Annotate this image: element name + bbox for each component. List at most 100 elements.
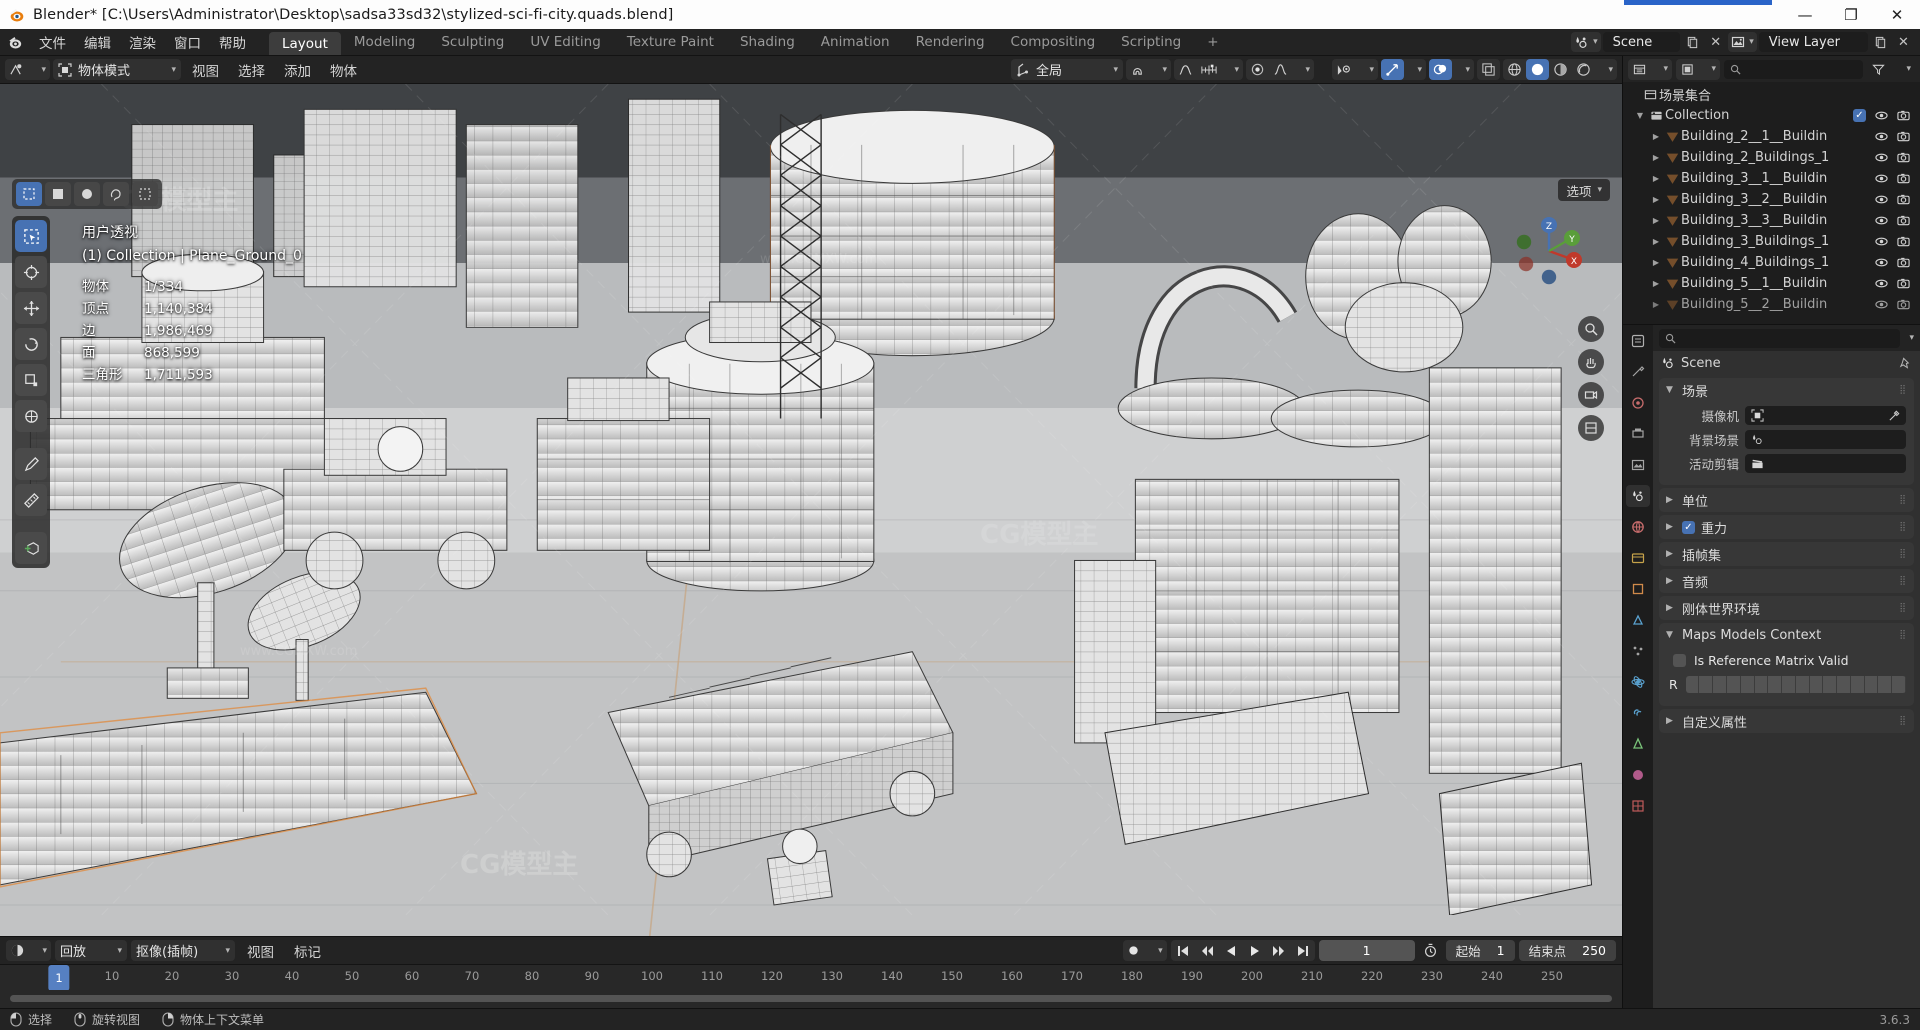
navigation-gizmo[interactable]: Z X Y xyxy=(1510,212,1588,290)
tab-animation[interactable]: Animation xyxy=(808,29,903,55)
eye-icon[interactable] xyxy=(1875,256,1888,269)
timeline-scrollbar[interactable] xyxy=(10,995,1612,1002)
menu-help[interactable]: 帮助 xyxy=(210,29,255,55)
outliner-row-object[interactable]: ▶ Building_2__1__Buildin xyxy=(1623,126,1920,147)
show-overlays-toggle[interactable] xyxy=(1429,59,1452,80)
play-button[interactable] xyxy=(1243,940,1267,961)
panel-rigid-body-world-header[interactable]: ▶ 刚体世界环境 ⣿ xyxy=(1659,596,1914,620)
disclosure-triangle-icon[interactable]: ▶ xyxy=(1649,195,1663,204)
tab-world[interactable] xyxy=(1626,516,1650,538)
jump-to-start-button[interactable] xyxy=(1171,940,1195,961)
timeline-editor-type-selector[interactable]: ▾ xyxy=(6,940,51,961)
reference-matrix-array-field[interactable] xyxy=(1685,676,1906,693)
tab-render[interactable] xyxy=(1626,392,1650,414)
collection-exclude-checkbox[interactable]: ✓ xyxy=(1853,109,1866,122)
camera-icon[interactable] xyxy=(1897,109,1910,122)
jump-to-next-keyframe-button[interactable] xyxy=(1267,940,1291,961)
outliner-filter-chevron-icon[interactable]: ▾ xyxy=(1893,59,1915,80)
outliner-icon[interactable] xyxy=(1628,59,1650,80)
tab-view-layer[interactable] xyxy=(1626,454,1650,476)
disclosure-triangle-icon[interactable]: ▶ xyxy=(1649,153,1663,162)
camera-icon[interactable] xyxy=(1897,298,1910,311)
editor-type-icon[interactable] xyxy=(5,59,28,80)
timeline-icon[interactable] xyxy=(6,940,29,961)
snap-magnet-icon[interactable] xyxy=(1126,59,1149,80)
tab-tool[interactable] xyxy=(1626,361,1650,383)
tab-scene[interactable] xyxy=(1626,485,1650,507)
outliner-row-object[interactable]: ▶ Building_4_Buildings_1 xyxy=(1623,252,1920,273)
visibility-chevron-icon[interactable]: ▾ xyxy=(1356,59,1378,80)
interaction-mode-dropdown[interactable]: 物体模式 ▾ xyxy=(53,59,181,80)
chevron-down-icon[interactable]: ▾ xyxy=(1698,59,1720,80)
disclosure-triangle-icon[interactable]: ▶ xyxy=(1649,174,1663,183)
app-menu-logo-icon[interactable] xyxy=(0,29,30,55)
eye-icon[interactable] xyxy=(1875,277,1888,290)
gravity-enable-checkbox[interactable]: ✓ xyxy=(1682,520,1695,534)
snap-options-chevron-icon[interactable]: ▾ xyxy=(1149,59,1171,80)
viewport-menu-view[interactable]: 视图 xyxy=(184,59,227,80)
disclosure-triangle-icon[interactable]: ▶ xyxy=(1649,279,1663,288)
outliner-row-scene-collection[interactable]: 场景集合 xyxy=(1623,84,1920,105)
properties-editor-type-icon[interactable] xyxy=(1626,330,1650,352)
tool-scale[interactable] xyxy=(15,364,47,396)
chevron-down-icon[interactable]: ▾ xyxy=(28,59,50,80)
menu-file[interactable]: 文件 xyxy=(30,29,75,55)
select-mode-icon[interactable] xyxy=(132,182,158,206)
panel-audio-header[interactable]: ▶ 音频 ⣿ xyxy=(1659,569,1914,593)
active-clip-picker-field[interactable] xyxy=(1745,454,1906,473)
viewport-options-dropdown[interactable]: 选项 ▾ xyxy=(1558,179,1610,201)
is-reference-matrix-valid-checkbox[interactable] xyxy=(1673,654,1686,667)
viewport-menu-object[interactable]: 物体 xyxy=(322,59,365,80)
tool-measure[interactable] xyxy=(15,484,47,516)
falloff-chevron-icon[interactable]: ▾ xyxy=(1221,59,1243,80)
display-mode-icon[interactable] xyxy=(1676,59,1698,80)
eye-icon[interactable] xyxy=(1875,109,1888,122)
viewport-menu-select[interactable]: 选择 xyxy=(230,59,273,80)
panel-units-header[interactable]: ▶ 单位 ⣿ xyxy=(1659,488,1914,512)
keying-dropdown[interactable]: 抠像(插帧) ▾ xyxy=(131,940,235,961)
proportional-falloff-icon[interactable] xyxy=(1197,59,1221,80)
current-frame-field[interactable]: 1 xyxy=(1318,940,1415,961)
menu-edit[interactable]: 编辑 xyxy=(75,29,120,55)
panel-scene-header[interactable]: ▼ 场景 ⣿ xyxy=(1659,378,1914,402)
pan-hand-icon[interactable] xyxy=(1578,349,1604,375)
camera-picker-field[interactable] xyxy=(1745,406,1906,425)
chevron-down-icon[interactable]: ▾ xyxy=(1292,59,1314,80)
tab-rendering[interactable]: Rendering xyxy=(903,29,998,55)
remove-scene-button[interactable]: ✕ xyxy=(1705,32,1726,52)
camera-icon[interactable] xyxy=(1897,256,1910,269)
camera-view-icon[interactable] xyxy=(1578,382,1604,408)
tab-object[interactable] xyxy=(1626,578,1650,600)
camera-icon[interactable] xyxy=(1897,151,1910,164)
camera-icon[interactable] xyxy=(1897,130,1910,143)
camera-icon[interactable] xyxy=(1897,214,1910,227)
eye-icon[interactable] xyxy=(1875,235,1888,248)
panel-custom-properties-header[interactable]: ▶ 自定义属性 ⣿ xyxy=(1659,709,1914,733)
tool-rotate[interactable] xyxy=(15,328,47,360)
tab-compositing[interactable]: Compositing xyxy=(998,29,1109,55)
outliner-row-object[interactable]: ▶ Building_5__1__Buildin xyxy=(1623,273,1920,294)
menu-render[interactable]: 渲染 xyxy=(120,29,165,55)
disclosure-triangle-icon[interactable]: ▶ xyxy=(1649,300,1663,309)
rendered-shading-button[interactable] xyxy=(1572,59,1595,80)
gizmo-chevron-icon[interactable]: ▾ xyxy=(1404,59,1426,80)
tab-scripting[interactable]: Scripting xyxy=(1108,29,1194,55)
tab-collection[interactable] xyxy=(1626,547,1650,569)
outliner-row-collection[interactable]: ▼ Collection ✓ xyxy=(1623,105,1920,126)
show-gizmo-toggle[interactable] xyxy=(1381,59,1404,80)
outliner-row-object[interactable]: ▶ Building_3__2__Buildin xyxy=(1623,189,1920,210)
select-circle-icon[interactable] xyxy=(74,182,100,206)
frame-start-field[interactable]: 起始 1 xyxy=(1445,940,1515,961)
tool-annotate[interactable] xyxy=(15,448,47,480)
select-lasso-icon[interactable] xyxy=(103,182,129,206)
tab-add-workspace[interactable]: + xyxy=(1194,29,1231,55)
viewport-menu-add[interactable]: 添加 xyxy=(276,59,319,80)
show-hide-icon[interactable] xyxy=(1332,59,1356,80)
shading-chevron-icon[interactable]: ▾ xyxy=(1595,59,1617,80)
tab-constraints[interactable] xyxy=(1626,702,1650,724)
outliner-row-object[interactable]: ▶ Building_3__1__Buildin xyxy=(1623,168,1920,189)
overlays-chevron-icon[interactable]: ▾ xyxy=(1452,59,1474,80)
disclosure-triangle-icon[interactable]: ▼ xyxy=(1633,111,1647,120)
outliner-row-object[interactable]: ▶ Building_5__2__Buildin xyxy=(1623,294,1920,315)
chevron-down-icon[interactable]: ▾ xyxy=(1905,333,1914,343)
